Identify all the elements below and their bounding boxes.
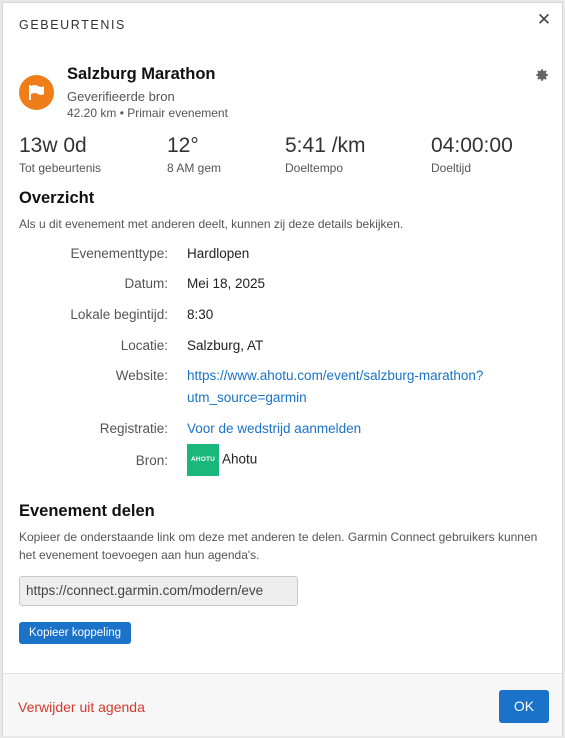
stat-label: Tot gebeurtenis — [19, 161, 102, 175]
dialog-footer: Verwijder uit agenda OK — [3, 673, 562, 736]
website-link-line1[interactable]: https://www.ahotu.com/event/salzburg-mar… — [187, 365, 483, 387]
row-value-date: Mei 18, 2025 — [187, 276, 266, 291]
row-label-type: Evenementtype: — [70, 246, 168, 261]
stat-label: Doeltijd — [431, 161, 472, 175]
ahotu-logo: AHOTU — [187, 444, 219, 476]
event-name: Salzburg Marathon — [67, 65, 216, 83]
share-description: Kopieer de onderstaande link om deze met… — [19, 530, 538, 562]
website-link[interactable]: https://www.ahotu.com/event/salzburg-mar… — [187, 365, 483, 409]
remove-from-calendar-button[interactable]: Verwijder uit agenda — [18, 699, 145, 715]
copy-link-button[interactable]: Kopieer koppeling — [19, 622, 132, 644]
dialog-title: GEBEURTENIS — [19, 18, 126, 32]
row-label-location: Locatie: — [120, 338, 168, 353]
share-heading: Evenement delen — [19, 502, 155, 520]
row-label-registration: Registratie: — [99, 421, 168, 436]
source-name: Ahotu — [222, 451, 258, 467]
stat-target-pace: 5:41 /km Doeltempo — [285, 133, 366, 175]
stat-value: 04:00:00 — [431, 134, 513, 157]
stat-label: Doeltempo — [285, 161, 344, 175]
event-dialog: GEBEURTENIS ✕ Salzburg Marathon Geverifi… — [2, 2, 563, 736]
share-url-input[interactable]: https://connect.garmin.com/modern/eve — [19, 576, 298, 606]
event-meta: 42.20 km • Primair evenement — [67, 106, 228, 120]
row-label-source: Bron: — [135, 453, 168, 468]
row-value-source: AHOTU Ahotu — [187, 444, 257, 476]
stat-value: 5:41 /km — [285, 134, 366, 157]
website-link-line2[interactable]: utm_source=garmin — [187, 387, 483, 409]
overview-heading: Overzicht — [19, 189, 95, 207]
stat-temperature: 12° 8 AM gem — [167, 133, 221, 175]
row-value-type: Hardlopen — [187, 246, 250, 261]
overview-description: Als u dit evenement met anderen deelt, k… — [19, 217, 404, 231]
registration-link[interactable]: Voor de wedstrijd aanmelden — [187, 418, 361, 440]
stat-target-time: 04:00:00 Doeltijd — [431, 133, 513, 175]
stat-value: 13w 0d — [19, 134, 87, 157]
ok-button[interactable]: OK — [499, 690, 549, 723]
row-value-start-time: 8:30 — [187, 307, 214, 322]
row-label-website: Website: — [115, 368, 168, 383]
stat-value: 12° — [167, 134, 199, 157]
stat-label: 8 AM gem — [167, 161, 222, 175]
stat-countdown: 13w 0d Tot gebeurtenis — [19, 133, 101, 175]
row-value-location: Salzburg, AT — [187, 338, 264, 353]
gear-icon[interactable] — [535, 68, 549, 82]
row-label-start-time: Lokale begintijd: — [70, 307, 168, 322]
close-icon[interactable]: ✕ — [536, 11, 552, 28]
row-label-date: Datum: — [124, 276, 168, 291]
flag-icon — [29, 85, 44, 100]
event-logo — [19, 75, 54, 110]
verified-source: Geverifieerde bron — [67, 89, 175, 104]
